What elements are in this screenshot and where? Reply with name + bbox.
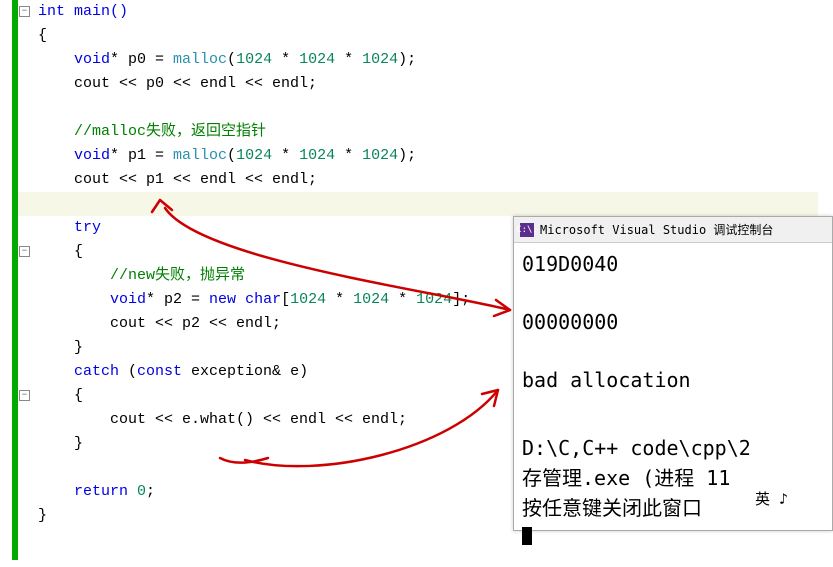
console-icon: C:\.: [520, 223, 534, 237]
console-line: [522, 423, 824, 433]
fold-toggle[interactable]: −: [19, 246, 30, 257]
fold-toggle[interactable]: −: [19, 390, 30, 401]
console-line: 019D0040: [522, 249, 824, 279]
code-line[interactable]: int main(): [18, 0, 818, 24]
code-line[interactable]: [18, 96, 818, 120]
console-line: [522, 395, 824, 423]
console-cursor: [522, 527, 532, 545]
code-line[interactable]: void* p1 = malloc(1024 * 1024 * 1024);: [18, 144, 818, 168]
code-line[interactable]: void* p0 = malloc(1024 * 1024 * 1024);: [18, 48, 818, 72]
fold-toggle[interactable]: −: [19, 6, 30, 17]
code-line[interactable]: //malloc失败，返回空指针: [18, 120, 818, 144]
console-line: [522, 337, 824, 365]
console-window[interactable]: C:\. Microsoft Visual Studio 调试控制台 019D0…: [513, 216, 833, 531]
console-titlebar[interactable]: C:\. Microsoft Visual Studio 调试控制台: [514, 217, 832, 243]
code-line[interactable]: cout << p0 << endl << endl;: [18, 72, 818, 96]
console-line: D:\C,C++ code\cpp\2: [522, 433, 824, 463]
console-output[interactable]: 019D0040 00000000 bad allocation D:\C,C+…: [514, 243, 832, 559]
console-line: 00000000: [522, 307, 824, 337]
code-line[interactable]: {: [18, 24, 818, 48]
code-line[interactable]: [18, 192, 818, 216]
ime-indicator[interactable]: 英 ♪: [751, 487, 792, 510]
code-line[interactable]: cout << p1 << endl << endl;: [18, 168, 818, 192]
console-title-text: Microsoft Visual Studio 调试控制台: [540, 221, 773, 238]
console-line: [522, 279, 824, 307]
console-line: bad allocation: [522, 365, 824, 395]
